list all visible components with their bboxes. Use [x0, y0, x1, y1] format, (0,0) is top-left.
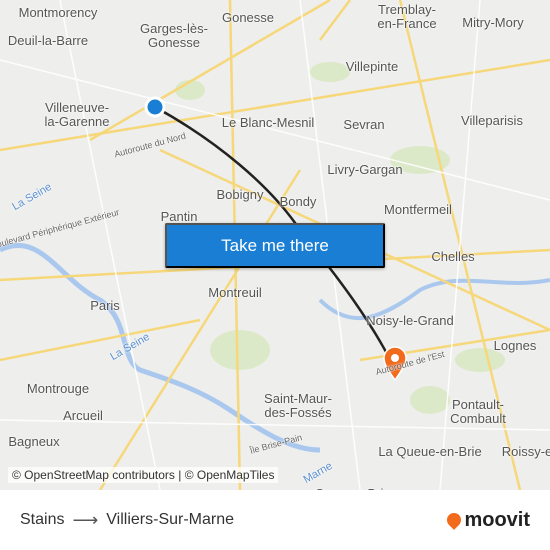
- place-label: Garges-lès- Gonesse: [140, 21, 208, 50]
- place-label: Roissy-e: [501, 444, 550, 459]
- moovit-pin-icon: [444, 510, 465, 530]
- place-label: Bondy: [279, 194, 317, 209]
- place-label: Bobigny: [216, 187, 264, 202]
- place-label: Le Blanc-Mesnil: [221, 115, 315, 130]
- map[interactable]: Montmorency Gonesse Tremblay- en-France Mit…: [0, 0, 550, 490]
- destination-name: Villiers-Sur-Marne: [106, 511, 235, 528]
- arrow-right-icon: ⟶: [72, 509, 99, 530]
- place-label: Noisy-le-Grand: [366, 313, 454, 328]
- place-label: Arcueil: [63, 408, 103, 423]
- place-label: Paris: [90, 298, 120, 313]
- place-label: Chelles: [431, 249, 475, 264]
- map-attribution[interactable]: © OpenStreetMap contributors | © OpenMap…: [8, 467, 279, 483]
- place-label: Saint-Maur- des-Fossés: [264, 391, 332, 420]
- footer: Stains ⟶ Villiers-Sur-Marne moovit: [0, 490, 550, 550]
- route-summary: Stains ⟶ Villiers-Sur-Marne: [20, 510, 234, 531]
- moovit-wordmark: moovit: [464, 508, 530, 531]
- place-label: Montfermeil: [384, 202, 452, 217]
- place-label: Villeneuve- la-Garenne: [44, 100, 110, 129]
- place-label: Villepinte: [345, 59, 399, 74]
- place-label: Sevran: [343, 117, 385, 132]
- place-label: Tremblay- en-France: [377, 2, 437, 31]
- moovit-logo: moovit: [444, 508, 530, 532]
- origin-marker: [144, 96, 166, 118]
- place-label: Pontault- Combault: [450, 397, 506, 426]
- origin-name: Stains: [20, 511, 65, 528]
- take-me-there-button[interactable]: Take me there: [165, 223, 385, 268]
- place-label: Mitry-Mory: [462, 15, 524, 30]
- place-label: Deuil-la-Barre: [7, 33, 89, 48]
- place-label: Lognes: [493, 338, 537, 353]
- place-label: Pantin: [160, 209, 198, 224]
- place-label: Livry-Gargan: [327, 162, 403, 177]
- place-label: La Queue-en-Brie: [378, 444, 482, 459]
- place-label: Villeparisis: [461, 113, 523, 128]
- place-label: Montreuil: [208, 285, 262, 300]
- place-label: Gonesse: [221, 10, 275, 25]
- place-label: Bagneux: [8, 434, 60, 449]
- place-label: Montrouge: [26, 381, 90, 396]
- place-label: Montmorency: [18, 5, 98, 20]
